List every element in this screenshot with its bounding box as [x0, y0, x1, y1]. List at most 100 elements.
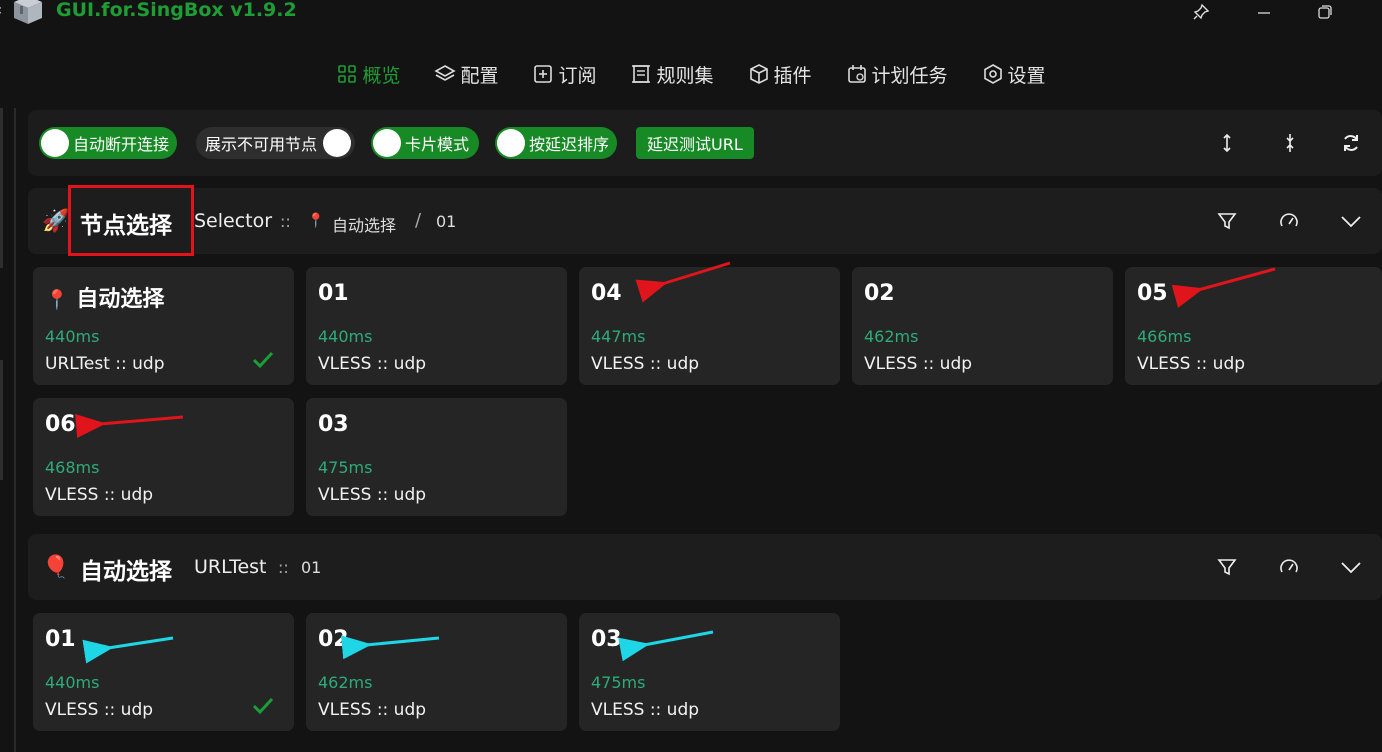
nav-item-rulesets[interactable]: 规则集 — [613, 56, 730, 92]
filter-icon[interactable] — [1215, 555, 1239, 579]
proxy-card[interactable]: 02 462ms VLESS :: udp — [306, 613, 567, 731]
chevron-down-icon[interactable] — [1339, 555, 1363, 579]
delay-test-url-button[interactable]: 延迟测试URL — [636, 127, 754, 159]
proxy-name: 05 — [1137, 281, 1168, 306]
proxy-type: VLESS :: udp — [591, 700, 700, 720]
proxy-card[interactable]: 04 447ms VLESS :: udp — [579, 267, 840, 385]
card-mode-toggle[interactable]: 卡片模式 — [371, 127, 480, 159]
proxy-delay: 475ms — [591, 673, 646, 692]
refresh-icon[interactable] — [1339, 131, 1363, 155]
maximize-icon[interactable] — [1313, 2, 1337, 22]
app-logo-icon — [14, 0, 42, 24]
group-type: URLTest — [194, 556, 267, 578]
nav-item-profiles[interactable]: 配置 — [417, 56, 515, 92]
content-border — [14, 108, 16, 752]
proxy-card[interactable]: 02 462ms VLESS :: udp — [852, 267, 1113, 385]
layers-icon — [434, 65, 457, 81]
proxy-type: VLESS :: udp — [318, 700, 427, 720]
toggle-knob — [323, 129, 352, 157]
breadcrumb-slash: / — [415, 210, 422, 231]
sort-by-delay-toggle[interactable]: 按延迟排序 — [495, 127, 618, 159]
rocket-icon: 🚀 — [42, 209, 70, 234]
toggle-label: 展示不可用节点 — [205, 135, 318, 154]
separator: :: — [280, 212, 291, 231]
separator: :: — [278, 558, 289, 577]
auto-disconnect-toggle[interactable]: 自动断开连接 — [39, 127, 178, 159]
app-window: ‹ GUI.for.SingBox v1.9.2 概览 配置 订阅 — [0, 0, 1382, 752]
proxy-name: 03 — [591, 627, 622, 652]
proxy-delay: 440ms — [318, 327, 373, 346]
group-name: 自动选择 — [80, 559, 172, 585]
chevron-left-icon: ‹ — [0, 0, 2, 19]
proxy-delay: 466ms — [1137, 327, 1192, 346]
nav-label: 计划任务 — [871, 64, 948, 87]
show-unavailable-toggle[interactable]: 展示不可用节点 — [196, 127, 356, 159]
proxy-card[interactable]: 06 468ms VLESS :: udp — [33, 398, 294, 516]
proxy-name: 02 — [318, 627, 349, 652]
pin-icon[interactable] — [1189, 2, 1213, 22]
nav-label: 插件 — [773, 64, 812, 87]
balloon-icon: 📍 — [45, 289, 69, 311]
proxy-type: VLESS :: udp — [591, 354, 700, 374]
minimize-icon[interactable] — [1252, 2, 1276, 22]
filter-icon[interactable] — [1215, 209, 1239, 233]
group-header-urltest[interactable]: 🎈 自动选择 URLTest :: 01 — [28, 534, 1382, 600]
nav-label: 规则集 — [656, 64, 714, 87]
toggle-label: 自动断开连接 — [73, 135, 170, 154]
speed-test-icon[interactable] — [1277, 209, 1301, 233]
nav-label: 订阅 — [558, 64, 597, 87]
nav-item-overview[interactable]: 概览 — [319, 56, 417, 92]
pin-emoji-icon: 📍 — [307, 213, 325, 229]
toggle-knob — [373, 129, 401, 157]
app-title: GUI.for.SingBox v1.9.2 — [56, 0, 297, 21]
nav-label: 配置 — [460, 64, 499, 87]
nav-item-scheduled-tasks[interactable]: 计划任务 — [829, 56, 965, 92]
current-node: 01 — [436, 212, 457, 231]
proxy-delay: 440ms — [45, 327, 100, 346]
proxy-delay: 462ms — [864, 327, 919, 346]
proxy-name: 📍 自动选择 — [45, 281, 164, 313]
title-bar: ‹ GUI.for.SingBox v1.9.2 — [0, 0, 1382, 30]
main-nav: 概览 配置 订阅 规则集 插件 计划任务 设置 — [0, 56, 1382, 96]
proxy-card[interactable]: 03 475ms VLESS :: udp — [579, 613, 840, 731]
grid-icon — [338, 65, 357, 83]
proxy-name-text: 自动选择 — [76, 287, 165, 312]
scroll-icon — [632, 65, 651, 83]
nav-item-settings[interactable]: 设置 — [965, 56, 1063, 92]
proxy-card[interactable]: 05 466ms VLESS :: udp — [1125, 267, 1382, 385]
nav-label: 概览 — [362, 64, 401, 87]
toggle-label: 卡片模式 — [405, 135, 470, 154]
toggle-knob — [497, 129, 525, 157]
proxy-name: 01 — [318, 281, 349, 306]
current-group: 自动选择 — [332, 216, 397, 235]
proxy-delay: 447ms — [591, 327, 646, 346]
chevron-down-icon[interactable] — [1339, 209, 1363, 233]
speed-test-icon[interactable] — [1277, 555, 1301, 579]
nav-item-subscriptions[interactable]: 订阅 — [515, 56, 613, 92]
group-header-selector[interactable]: 🚀 节点选择 Selector :: 📍 自动选择 / 01 — [28, 188, 1382, 254]
proxy-delay: 468ms — [45, 458, 100, 477]
proxy-name: 04 — [591, 281, 622, 306]
toggle-label: 按延迟排序 — [529, 135, 610, 154]
proxy-card[interactable]: 03 475ms VLESS :: udp — [306, 398, 567, 516]
proxy-type: VLESS :: udp — [318, 485, 427, 505]
group-name: 节点选择 — [80, 213, 172, 239]
collapse-all-icon[interactable] — [1278, 131, 1302, 155]
proxy-card[interactable]: 01 440ms VLESS :: udp — [306, 267, 567, 385]
proxy-card[interactable]: 01 440ms VLESS :: udp — [33, 613, 294, 731]
plus-square-icon — [534, 65, 553, 83]
scroll-edge — [0, 108, 3, 268]
proxy-card[interactable]: 📍 自动选择 440ms URLTest :: udp — [33, 267, 294, 385]
scroll-edge — [0, 360, 3, 480]
proxy-name: 03 — [318, 412, 349, 437]
expand-all-icon[interactable] — [1215, 131, 1239, 155]
proxy-type: VLESS :: udp — [1137, 354, 1246, 374]
proxy-name: 06 — [45, 412, 76, 437]
toggle-knob — [41, 129, 69, 157]
proxy-type: VLESS :: udp — [45, 700, 154, 720]
nav-item-plugins[interactable]: 插件 — [731, 56, 829, 92]
check-icon — [252, 351, 274, 369]
proxy-delay: 462ms — [318, 673, 373, 692]
proxy-delay: 440ms — [45, 673, 100, 692]
package-icon — [749, 64, 768, 84]
